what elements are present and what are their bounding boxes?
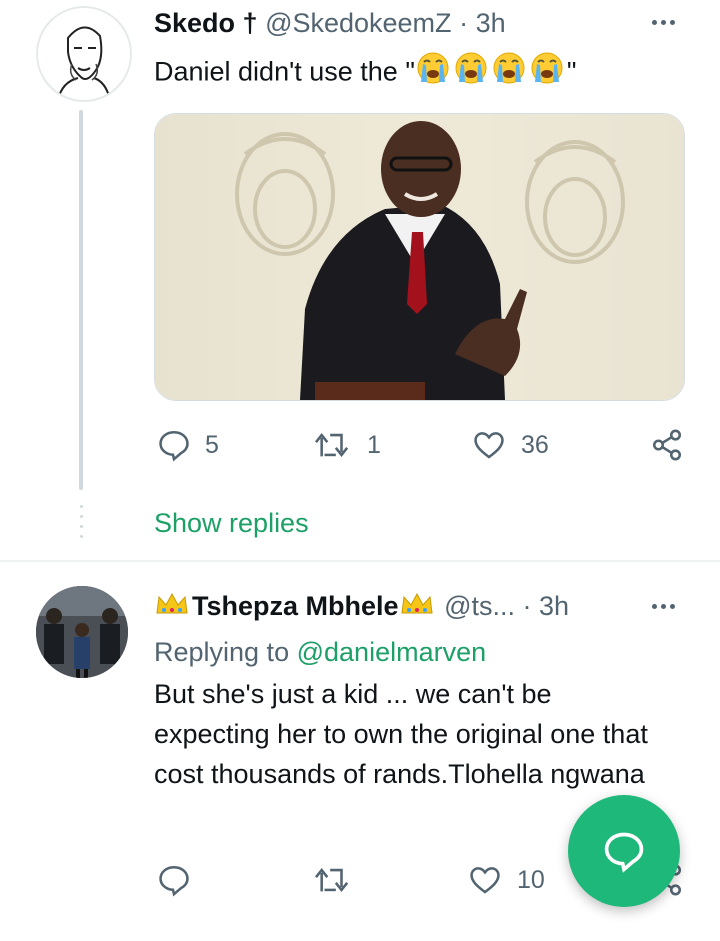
tweet-header: Tshepza Mbhele @ts... · 3h [154, 589, 569, 625]
tweet-text: Daniel didn't use the " " [154, 50, 577, 97]
show-replies-link[interactable]: Show replies [154, 508, 309, 539]
compose-message-button[interactable] [568, 795, 680, 907]
heart-icon [470, 867, 500, 894]
like-count: 36 [521, 430, 549, 459]
press-photo [155, 114, 684, 400]
chat-bubble-icon [604, 832, 644, 873]
display-name[interactable]: Tshepza Mbhele [192, 591, 399, 621]
avatar-sketch-image [38, 8, 130, 100]
separator: · [522, 591, 532, 621]
reply-count: 5 [205, 430, 219, 459]
tweet-image[interactable] [154, 113, 685, 401]
retweet-button[interactable] [313, 863, 367, 897]
retweet-icon [315, 868, 349, 892]
reply-icon [159, 430, 189, 462]
tweet-header: Skedo † @SkedokeemZ · 3h [154, 6, 506, 40]
handle[interactable]: @SkedokeemZ [265, 8, 451, 38]
loudly-crying-face-icon [529, 50, 565, 97]
crown-icon [399, 591, 435, 625]
separator: · [459, 8, 469, 38]
heart-icon [474, 432, 504, 459]
tweet-text-end: " [566, 56, 577, 87]
avatar[interactable] [36, 586, 128, 678]
replying-to-handle[interactable]: @danielmarven [297, 637, 487, 667]
tweet-text-body: Daniel didn't use the " [154, 56, 415, 87]
like-button[interactable]: 10 [467, 863, 545, 897]
tweet-text: But she's just a kid ... we can't be exp… [154, 679, 648, 789]
like-count: 10 [517, 865, 545, 894]
share-button[interactable] [650, 428, 684, 462]
share-icon [652, 429, 682, 461]
reply-button[interactable] [157, 863, 205, 897]
display-name[interactable]: Skedo † [154, 8, 258, 38]
reply-button[interactable]: 5 [157, 428, 219, 462]
like-button[interactable]: 36 [471, 428, 549, 462]
thread-dots [80, 505, 83, 545]
retweet-icon [315, 433, 349, 457]
emoji-row [415, 52, 567, 87]
more-options-icon[interactable] [652, 20, 675, 25]
retweet-count: 1 [367, 430, 381, 459]
crown-icon [154, 591, 190, 625]
avatar-group-photo [36, 586, 128, 678]
replying-to-label: Replying to [154, 637, 290, 667]
loudly-crying-face-icon [491, 50, 527, 97]
timestamp[interactable]: 3h [539, 591, 569, 621]
loudly-crying-face-icon [415, 50, 451, 97]
retweet-button[interactable]: 1 [313, 428, 381, 462]
handle[interactable]: @ts... [444, 591, 515, 621]
more-options-icon[interactable] [652, 604, 675, 609]
timestamp[interactable]: 3h [476, 8, 506, 38]
replying-to: Replying to @danielmarven [154, 635, 486, 669]
avatar[interactable] [36, 6, 132, 102]
loudly-crying-face-icon [453, 50, 489, 97]
thread-line [79, 110, 83, 490]
reply-icon [159, 865, 189, 897]
tweet-1[interactable]: Skedo † @SkedokeemZ · 3h Daniel didn't u… [0, 0, 720, 560]
